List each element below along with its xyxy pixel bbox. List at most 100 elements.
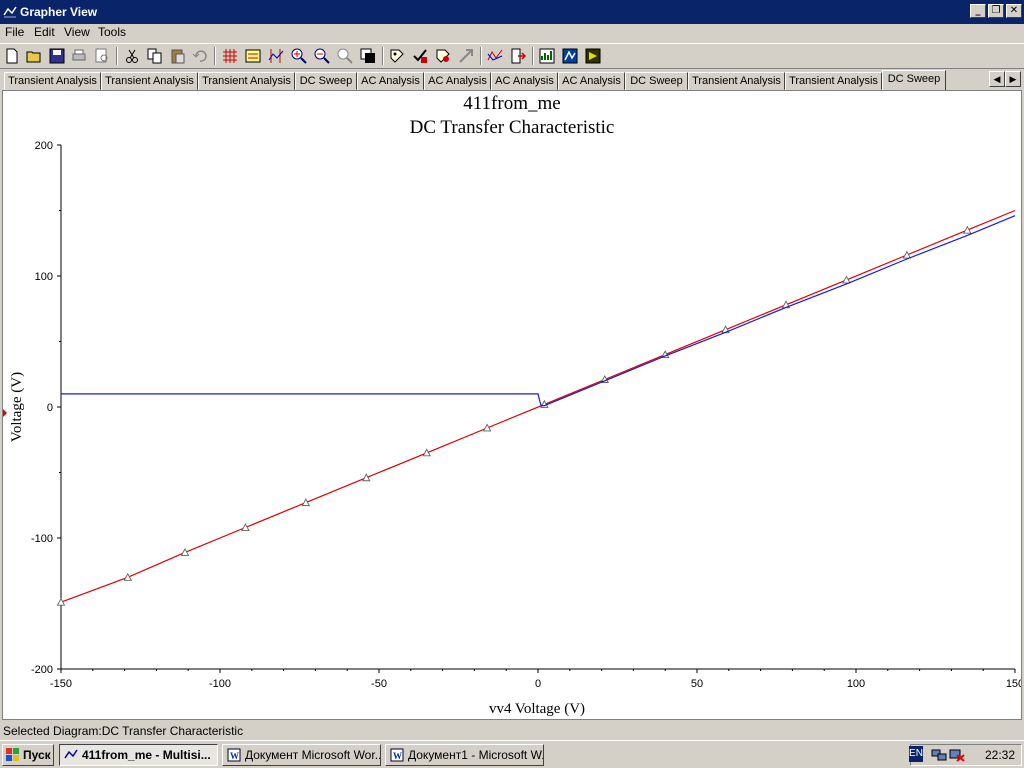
start-button[interactable]: Пуск bbox=[2, 744, 54, 766]
add-trace-icon[interactable] bbox=[487, 48, 503, 64]
tab-scroll-right-icon[interactable]: ▶ bbox=[1005, 71, 1021, 87]
x-tick-label: 50 bbox=[691, 678, 703, 690]
close-button[interactable]: ✕ bbox=[1006, 4, 1022, 18]
chart-title: 411from_me bbox=[463, 93, 560, 114]
menu-bar: File Edit View Tools bbox=[0, 24, 1024, 42]
tab-transient-analysis-3[interactable]: Transient Analysis bbox=[198, 72, 295, 90]
x-axis-label: vv4 Voltage (V) bbox=[489, 701, 585, 717]
network-disconnected-icon[interactable] bbox=[949, 748, 965, 762]
x-tick-label: 150 bbox=[1006, 678, 1021, 690]
series-2-line bbox=[61, 215, 1016, 407]
menu-view[interactable]: View bbox=[61, 25, 93, 39]
series-1-marker bbox=[842, 275, 851, 284]
windows-logo-icon bbox=[6, 748, 19, 761]
new-icon[interactable] bbox=[4, 48, 20, 64]
svg-text:W: W bbox=[393, 751, 402, 761]
series-1-marker bbox=[902, 250, 912, 259]
menu-edit[interactable]: Edit bbox=[31, 25, 58, 39]
clock: 22:32 bbox=[984, 748, 1015, 762]
tab-ac-analysis-4[interactable]: AC Analysis bbox=[558, 72, 625, 90]
graph-area[interactable]: 411from_me DC Transfer Characteristic vv4 … bbox=[2, 90, 1022, 720]
network-icon[interactable] bbox=[931, 748, 947, 762]
series-1-marker bbox=[180, 547, 190, 556]
minimize-button[interactable]: _ bbox=[970, 4, 986, 18]
series-1-marker bbox=[241, 523, 250, 531]
zoom-in-icon[interactable] bbox=[291, 48, 307, 64]
tab-ac-analysis-2[interactable]: AC Analysis bbox=[424, 72, 491, 90]
word-doc-icon: W bbox=[227, 748, 241, 762]
series-1-marker bbox=[123, 572, 133, 581]
cursor-icon[interactable] bbox=[268, 48, 284, 64]
maximize-button[interactable]: ❐ bbox=[988, 4, 1004, 18]
system-tray: « 22:32 bbox=[910, 744, 1022, 766]
window-title: Grapher View bbox=[20, 5, 98, 19]
overlay-icon[interactable] bbox=[412, 48, 428, 64]
tab-transient-analysis-5[interactable]: Transient Analysis bbox=[785, 72, 882, 90]
x-tick-label: -100 bbox=[209, 678, 231, 690]
transform-icon[interactable] bbox=[458, 48, 474, 64]
svg-text:W: W bbox=[230, 751, 239, 761]
zoom-out-icon[interactable] bbox=[314, 48, 330, 64]
series-1-marker bbox=[56, 597, 66, 606]
grapher-app-icon bbox=[64, 749, 78, 759]
language-indicator[interactable]: EN bbox=[909, 746, 923, 762]
series-1-marker bbox=[963, 225, 972, 234]
copy-icon[interactable] bbox=[147, 48, 163, 64]
tab-transient-analysis-4[interactable]: Transient Analysis bbox=[688, 72, 785, 90]
series-1-marker bbox=[482, 423, 492, 432]
paste-icon[interactable] bbox=[170, 48, 186, 64]
excel-icon[interactable] bbox=[562, 48, 578, 64]
save-icon[interactable] bbox=[49, 48, 65, 64]
tab-dc-sweep-1[interactable]: DC Sweep bbox=[295, 72, 357, 90]
tab-dc-sweep-3[interactable]: DC Sweep bbox=[882, 70, 946, 90]
start-label: Пуск bbox=[23, 748, 51, 762]
dc-transfer-chart[interactable]: 411from_me DC Transfer Characteristic vv4 … bbox=[3, 91, 1021, 719]
open-icon[interactable] bbox=[26, 48, 42, 64]
grapher-app-icon bbox=[3, 6, 17, 18]
x-tick-label: 100 bbox=[847, 678, 865, 690]
chart-icon[interactable] bbox=[539, 48, 555, 64]
tab-ac-analysis-3[interactable]: AC Analysis bbox=[491, 72, 558, 90]
menu-file[interactable]: File bbox=[2, 25, 27, 39]
y-axis-label: Voltage (V) bbox=[9, 372, 25, 442]
legend-icon[interactable] bbox=[245, 48, 261, 64]
print-icon[interactable] bbox=[71, 48, 87, 64]
toolbar bbox=[0, 43, 1024, 69]
taskbar-item-multisim[interactable]: 411from_me - Multisi... bbox=[59, 744, 218, 766]
x-tick-label: -150 bbox=[50, 678, 72, 690]
undo-icon[interactable] bbox=[192, 48, 208, 64]
properties-icon[interactable] bbox=[389, 48, 405, 64]
series-1-marker bbox=[362, 473, 371, 482]
series-1-marker bbox=[301, 498, 311, 507]
analysis-tabs: Transient Analysis Transient Analysis Tr… bbox=[0, 70, 1024, 90]
taskbar-item-word-doc[interactable]: W Документ Microsoft Wor... bbox=[222, 744, 381, 766]
x-tick-label: -50 bbox=[371, 678, 387, 690]
grid-icon[interactable] bbox=[222, 48, 238, 64]
tab-transient-analysis-2[interactable]: Transient Analysis bbox=[101, 72, 198, 90]
y-tick-label: -200 bbox=[31, 664, 53, 676]
mathcad-icon[interactable] bbox=[585, 48, 601, 64]
status-bar: Selected Diagram:DC Transfer Characteris… bbox=[0, 722, 1024, 740]
series-1-line bbox=[60, 209, 1016, 603]
status-text: Selected Diagram:DC Transfer Characteris… bbox=[3, 724, 244, 738]
analysis-icon[interactable] bbox=[510, 48, 526, 64]
tab-scroll-left-icon[interactable]: ◀ bbox=[989, 71, 1005, 87]
taskbar-item-word-doc1[interactable]: W Документ1 - Microsoft W... bbox=[385, 744, 544, 766]
chart-subtitle: DC Transfer Characteristic bbox=[410, 117, 615, 138]
tab-ac-analysis-1[interactable]: AC Analysis bbox=[357, 72, 424, 90]
cut-icon[interactable] bbox=[124, 48, 140, 64]
selected-trace-marker-icon bbox=[3, 409, 7, 417]
zoom-full-icon[interactable] bbox=[337, 48, 353, 64]
tab-transient-analysis-1[interactable]: Transient Analysis bbox=[4, 72, 101, 90]
export-icon[interactable] bbox=[435, 48, 451, 64]
x-tick-label: 0 bbox=[535, 678, 541, 690]
series-1-marker bbox=[422, 448, 431, 457]
tab-dc-sweep-2[interactable]: DC Sweep bbox=[625, 72, 688, 90]
taskbar: Пуск 411from_me - Multisi... W Документ … bbox=[0, 740, 1024, 768]
menu-tools[interactable]: Tools bbox=[95, 25, 129, 39]
taskbar-item-label: Документ Microsoft Wor... bbox=[245, 748, 381, 762]
window-title-bar[interactable]: Grapher View _ ❐ ✕ bbox=[0, 0, 1024, 24]
reverse-colors-icon[interactable] bbox=[360, 48, 376, 64]
taskbar-item-label: Документ1 - Microsoft W... bbox=[408, 748, 544, 762]
print-preview-icon[interactable] bbox=[94, 48, 110, 64]
